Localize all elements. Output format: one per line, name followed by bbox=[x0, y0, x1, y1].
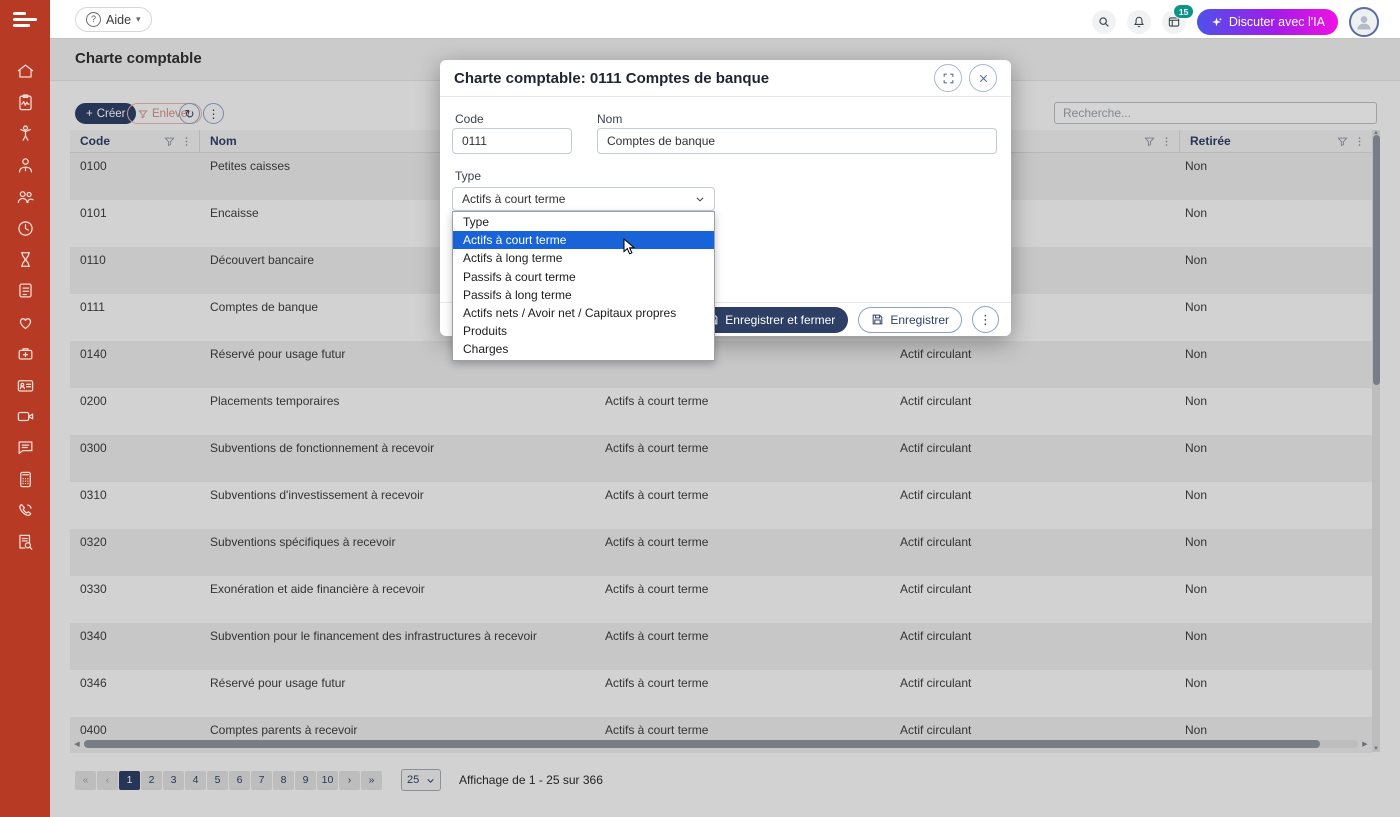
sidebar-item-chat[interactable] bbox=[0, 435, 50, 466]
sidebar-item-clipboard-pulse[interactable] bbox=[0, 89, 50, 120]
sidebar-item-home[interactable] bbox=[0, 58, 50, 89]
type-select-value: Actifs à court terme bbox=[462, 192, 695, 206]
chat-icon bbox=[16, 438, 35, 462]
note-icon bbox=[16, 281, 35, 305]
type-select[interactable]: Actifs à court terme bbox=[452, 187, 715, 211]
dropdown-option[interactable]: Actifs à long terme bbox=[453, 249, 714, 267]
dropdown-option[interactable]: Actifs nets / Avoir net / Capitaux propr… bbox=[453, 304, 714, 322]
question-icon: ? bbox=[86, 12, 101, 27]
topbar: ? Aide ▾ 15 Discuter avec l'IA bbox=[50, 0, 1400, 39]
sidebar-item-medkit[interactable] bbox=[0, 341, 50, 372]
hourglass-icon bbox=[16, 250, 35, 274]
type-dropdown-list: TypeActifs à court termeActifs à long te… bbox=[452, 211, 715, 361]
sparkle-icon bbox=[1210, 16, 1223, 29]
phone-icon bbox=[16, 501, 35, 525]
notification-badge: 15 bbox=[1173, 4, 1193, 19]
help-button[interactable]: ? Aide ▾ bbox=[75, 7, 152, 32]
calculator-icon bbox=[16, 470, 35, 494]
user-icon bbox=[1354, 12, 1374, 32]
close-button[interactable] bbox=[969, 64, 997, 92]
sidebar-item-person-tie[interactable] bbox=[0, 152, 50, 183]
chevron-down-icon bbox=[695, 194, 705, 204]
clock-icon bbox=[16, 219, 35, 243]
hamburger-menu-icon[interactable] bbox=[13, 12, 39, 30]
sidebar-item-hourglass[interactable] bbox=[0, 246, 50, 277]
chat-ai-label: Discuter avec l'IA bbox=[1229, 15, 1325, 29]
sidebar-item-calculator[interactable] bbox=[0, 466, 50, 497]
code-field-label: Code bbox=[455, 112, 484, 126]
dropdown-option[interactable]: Passifs à long terme bbox=[453, 286, 714, 304]
sidebar-item-heart[interactable] bbox=[0, 309, 50, 340]
heart-icon bbox=[16, 313, 35, 337]
save-icon bbox=[871, 313, 884, 326]
sidebar-item-child[interactable] bbox=[0, 121, 50, 152]
help-button-label: Aide bbox=[106, 13, 131, 27]
sidebar-item-people[interactable] bbox=[0, 184, 50, 215]
type-field-label: Type bbox=[455, 169, 481, 183]
search-button[interactable] bbox=[1092, 10, 1116, 34]
notifications-button[interactable] bbox=[1127, 10, 1151, 34]
expand-icon bbox=[942, 72, 955, 85]
sidebar-item-clock[interactable] bbox=[0, 215, 50, 246]
avatar[interactable] bbox=[1349, 7, 1379, 37]
sidebar-item-phone[interactable] bbox=[0, 497, 50, 528]
save-and-close-label: Enregistrer et fermer bbox=[725, 313, 835, 327]
people-icon bbox=[16, 187, 35, 211]
chat-ai-button[interactable]: Discuter avec l'IA bbox=[1197, 9, 1338, 35]
kebab-icon: ⋮ bbox=[979, 312, 992, 328]
code-input[interactable] bbox=[452, 128, 572, 154]
modal-kebab-button[interactable]: ⋮ bbox=[972, 306, 999, 333]
dropdown-option[interactable]: Charges bbox=[453, 340, 714, 358]
person-tie-icon bbox=[16, 156, 35, 180]
sidebar-item-doc-search[interactable] bbox=[0, 529, 50, 560]
clipboard-pulse-icon bbox=[16, 93, 35, 117]
modal-title: Charte comptable: 0111 Comptes de banque bbox=[454, 70, 927, 87]
close-icon bbox=[977, 72, 990, 85]
app-root: ? Aide ▾ 15 Discuter avec l'IA bbox=[0, 0, 1400, 817]
nom-input[interactable] bbox=[597, 128, 997, 154]
child-icon bbox=[16, 124, 35, 148]
medkit-icon bbox=[16, 344, 35, 368]
save-and-close-button[interactable]: Enregistrer et fermer bbox=[693, 307, 848, 333]
chevron-down-icon: ▾ bbox=[136, 14, 141, 25]
search-icon bbox=[1097, 15, 1111, 29]
id-card-icon bbox=[16, 376, 35, 400]
bell-icon bbox=[1132, 15, 1146, 29]
modal-header: Charte comptable: 0111 Comptes de banque bbox=[440, 60, 1011, 97]
sidebar bbox=[0, 0, 50, 817]
doc-search-icon bbox=[16, 533, 35, 557]
dropdown-option[interactable]: Passifs à court terme bbox=[453, 268, 714, 286]
home-icon bbox=[16, 62, 35, 86]
expand-button[interactable] bbox=[934, 64, 962, 92]
dropdown-option[interactable]: Produits bbox=[453, 322, 714, 340]
dropdown-option[interactable]: Type bbox=[453, 213, 714, 231]
sidebar-item-note[interactable] bbox=[0, 278, 50, 309]
dropdown-option[interactable]: Actifs à court terme bbox=[453, 231, 714, 249]
save-label: Enregistrer bbox=[890, 313, 949, 327]
video-icon bbox=[16, 407, 35, 431]
apps-button[interactable]: 15 bbox=[1162, 10, 1186, 34]
save-button[interactable]: Enregistrer bbox=[858, 307, 962, 333]
sidebar-item-video[interactable] bbox=[0, 403, 50, 434]
nom-field-label: Nom bbox=[597, 112, 622, 126]
sidebar-item-id-card[interactable] bbox=[0, 372, 50, 403]
